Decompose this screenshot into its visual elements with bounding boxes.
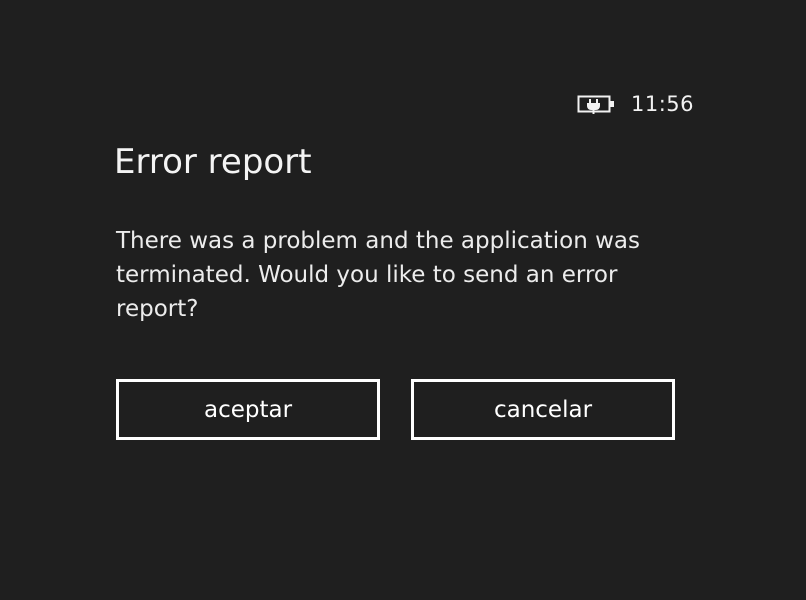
dialog-title: Error report — [114, 142, 312, 182]
phone-screen: 11:56 Error report There was a problem a… — [0, 0, 806, 600]
battery-charging-icon — [577, 93, 617, 115]
cancel-button[interactable]: cancelar — [411, 379, 675, 440]
clock: 11:56 — [630, 92, 694, 116]
accept-button[interactable]: aceptar — [116, 379, 380, 440]
dialog-message: There was a problem and the application … — [116, 228, 640, 322]
status-bar: 11:56 — [577, 88, 694, 120]
